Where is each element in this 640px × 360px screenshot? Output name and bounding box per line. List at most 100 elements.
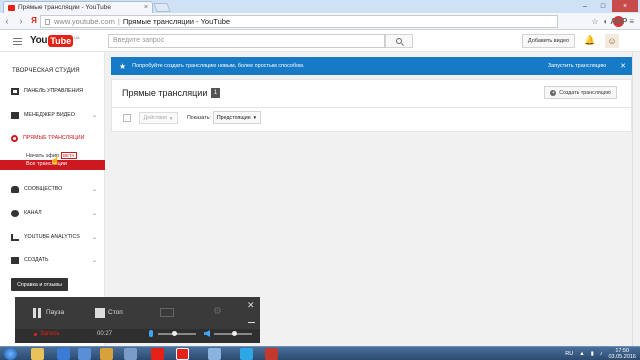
tab-close-icon[interactable]: × xyxy=(144,4,148,11)
pause-button[interactable]: Пауза xyxy=(46,309,64,316)
webcam-icon[interactable] xyxy=(160,308,174,317)
settings-gear-icon[interactable]: ⚙ xyxy=(213,306,222,317)
live-streams-card: Прямые трансляции 1 + Создать трансляцию… xyxy=(111,79,632,132)
window-controls: – □ × xyxy=(576,0,638,12)
sidebar-item-channel[interactable]: КАНАЛ ⌄ xyxy=(0,207,105,219)
extension-icon[interactable]: ◐ xyxy=(603,17,608,26)
chevron-down-icon: ⌄ xyxy=(91,210,97,217)
search-icon xyxy=(396,38,402,44)
banner-close-icon[interactable]: ✕ xyxy=(620,62,626,70)
create-icon xyxy=(11,256,19,264)
sidebar-item-video-manager[interactable]: МЕНЕДЖЕР ВИДЕО ⌄ xyxy=(0,109,105,121)
pause-icon[interactable] xyxy=(33,308,41,318)
recorder-app-icon[interactable] xyxy=(265,348,278,360)
create-stream-button[interactable]: + Создать трансляцию xyxy=(544,86,617,99)
language-indicator[interactable]: RU xyxy=(565,351,573,357)
browser-tab[interactable]: Прямые трансляции - YouTube × xyxy=(3,1,153,13)
youtube-favicon-icon xyxy=(8,4,15,11)
show-filter-dropdown[interactable]: Предстоящие ▼ xyxy=(213,111,261,124)
search-button[interactable] xyxy=(385,34,413,48)
recording-dot-icon xyxy=(34,333,37,336)
new-tab-button[interactable] xyxy=(153,3,171,12)
youtube-header: You Tube UA Введите запрос Добавить виде… xyxy=(0,30,640,52)
screen-recorder-panel: Пауза Стоп ⚙ ✕ Запись 00:27 xyxy=(15,297,260,343)
chevron-down-icon: ⌄ xyxy=(91,186,97,193)
globe-icon[interactable] xyxy=(208,348,221,360)
analytics-icon xyxy=(11,233,19,241)
live-broadcast-icon xyxy=(11,134,18,142)
speaker-volume-slider[interactable] xyxy=(214,331,252,336)
maximize-icon[interactable]: □ xyxy=(594,0,612,12)
help-feedback-button[interactable]: Справка и отзывы xyxy=(11,278,68,291)
launch-stream-button[interactable]: Запустить трансляцию xyxy=(548,63,606,69)
clock[interactable]: 17:50 03.05.2016 xyxy=(608,348,636,360)
mic-volume-slider[interactable] xyxy=(158,331,196,336)
caret-down-icon: ▼ xyxy=(168,115,174,121)
folder-icon[interactable] xyxy=(100,348,113,360)
page-title: Прямые трансляции xyxy=(122,88,208,98)
recorder-close-icon[interactable]: ✕ xyxy=(247,300,255,311)
show-label: Показать: xyxy=(187,115,211,121)
back-arrow-icon[interactable]: ‹ xyxy=(0,16,14,26)
explorer-icon[interactable] xyxy=(31,348,44,360)
stop-button[interactable]: Стоп xyxy=(108,309,123,316)
microphone-icon[interactable] xyxy=(149,330,153,337)
stream-count-badge: 1 xyxy=(211,88,220,98)
window-close-icon[interactable]: × xyxy=(612,0,638,12)
media-player-icon[interactable] xyxy=(57,348,70,360)
page-title-text: Прямые трансляции - YouTube xyxy=(122,17,231,26)
recorder-minimize-icon[interactable] xyxy=(248,322,255,323)
forward-arrow-icon[interactable]: › xyxy=(14,16,28,26)
address-bar[interactable]: www.youtube.com | Прямые трансляции - Yo… xyxy=(40,15,558,28)
plus-icon: + xyxy=(550,89,557,96)
system-tray: RU ▲ ▮ ♪ 17:50 03.05.2016 xyxy=(565,348,636,360)
dashboard-icon xyxy=(11,87,19,95)
tray-up-arrow-icon[interactable]: ▲ xyxy=(579,351,584,357)
url-text: www.youtube.com xyxy=(54,17,115,26)
notifications-bell-icon[interactable]: 🔔 xyxy=(584,35,595,46)
skype-icon[interactable] xyxy=(240,348,253,360)
recording-label: Запись xyxy=(40,331,60,337)
browser-toolbar: ‹ › Я www.youtube.com | Прямые трансляци… xyxy=(0,13,640,30)
sidebar-item-community[interactable]: СООБЩЕСТВО ⌄ xyxy=(0,183,105,195)
menu-icon[interactable]: ≡ xyxy=(629,17,634,26)
sidebar-item-dashboard[interactable]: ПАНЕЛЬ УПРАВЛЕНИЯ xyxy=(0,85,105,97)
sidebar-item-create[interactable]: СОЗДАТЬ ⌄ xyxy=(0,254,105,266)
ie-icon[interactable] xyxy=(78,348,91,360)
sidebar-item-analytics[interactable]: YOUTUBE ANALYTICS ⌄ xyxy=(0,231,105,243)
video-manager-icon xyxy=(11,111,19,119)
upload-button[interactable]: Добавить видео xyxy=(522,34,575,48)
start-button-icon[interactable] xyxy=(4,348,17,360)
channel-icon xyxy=(11,209,19,217)
youtube-logo[interactable]: You Tube UA xyxy=(30,35,80,47)
banner-message: Попробуйте создать трансляцию новым, бол… xyxy=(132,63,305,69)
page-icon xyxy=(45,18,50,25)
tab-title: Прямые трансляции - YouTube xyxy=(18,4,111,11)
yandex-icon[interactable] xyxy=(151,348,164,360)
divider xyxy=(112,107,631,108)
stop-icon[interactable] xyxy=(95,308,105,318)
toolbar-right: ☆ ◐ ABP ≡ xyxy=(591,16,634,27)
yandex-browser-icon[interactable] xyxy=(176,348,189,360)
chevron-down-icon: ⌄ xyxy=(91,112,97,119)
vertical-scrollbar[interactable] xyxy=(632,52,640,346)
chevron-down-icon: ⌄ xyxy=(91,257,97,264)
select-all-checkbox[interactable] xyxy=(123,114,131,122)
caret-down-icon: ▼ xyxy=(252,115,258,120)
adblock-icon[interactable]: ABP xyxy=(610,16,627,27)
star-icon: ★ xyxy=(119,61,127,71)
actions-dropdown[interactable]: Действия ▼ xyxy=(139,112,178,124)
avatar[interactable]: ☺ xyxy=(605,34,619,48)
search-input[interactable]: Введите запрос xyxy=(108,34,385,48)
minimize-icon[interactable]: – xyxy=(576,0,594,12)
url-separator: | xyxy=(117,17,120,26)
browser-tabstrip: Прямые трансляции - YouTube × – □ × xyxy=(0,0,640,13)
sidebar-item-live-streaming[interactable]: ПРЯМЫЕ ТРАНСЛЯЦИИ xyxy=(0,132,105,144)
star-bookmark-icon[interactable]: ☆ xyxy=(591,17,598,26)
yandex-button[interactable]: Я xyxy=(28,15,40,27)
app-icon[interactable] xyxy=(124,348,137,360)
hamburger-menu-icon[interactable] xyxy=(13,38,22,45)
volume-icon[interactable]: ♪ xyxy=(600,351,603,357)
speaker-icon[interactable] xyxy=(204,330,210,337)
network-icon[interactable]: ▮ xyxy=(591,351,594,357)
